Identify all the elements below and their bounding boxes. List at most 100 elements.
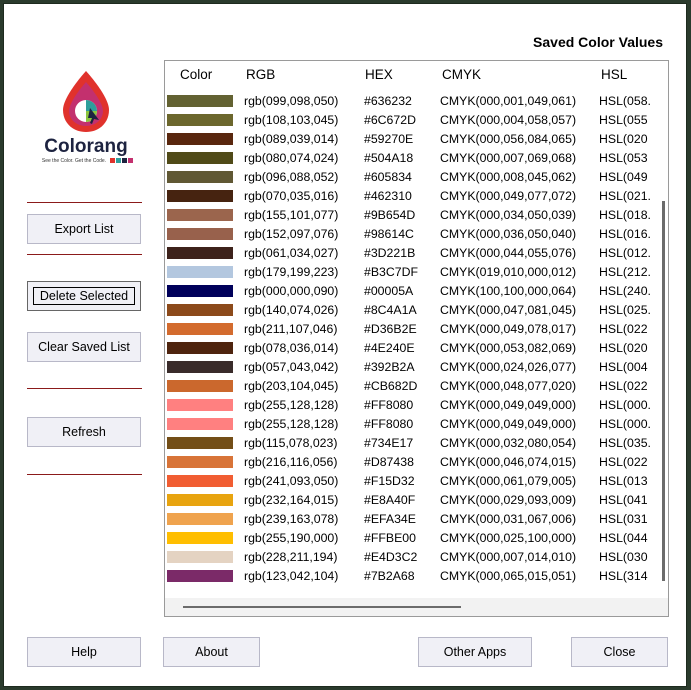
saved-colors-table[interactable]: Color RGB HEX CMYK HSL rgb(099,098,050) #…	[164, 60, 669, 617]
hex-cell: #FF8080	[364, 398, 414, 412]
table-body: rgb(099,098,050) #636232 CMYK(000,001,049,…	[165, 93, 655, 587]
hsl-cell: HSL(314	[599, 569, 648, 583]
rgb-cell: rgb(000,000,090)	[244, 284, 339, 298]
table-row[interactable]: rgb(108,103,045) #6C672D CMYK(000,004,058,…	[165, 112, 655, 131]
table-row[interactable]: rgb(241,093,050) #F15D32 CMYK(000,061,079,…	[165, 473, 655, 492]
table-row[interactable]: rgb(140,074,026) #8C4A1A CMYK(000,047,081,…	[165, 302, 655, 321]
horizontal-scrollbar-track	[165, 598, 668, 616]
cmyk-cell: CMYK(000,049,078,017)	[440, 322, 577, 336]
color-swatch	[167, 494, 233, 506]
help-button[interactable]: Help	[27, 637, 141, 667]
color-swatch	[167, 399, 233, 411]
column-header-rgb[interactable]: RGB	[246, 67, 275, 82]
table-row[interactable]: rgb(115,078,023) #734E17 CMYK(000,032,080,…	[165, 435, 655, 454]
hex-cell: #98614C	[364, 227, 414, 241]
hex-cell: #F15D32	[364, 474, 415, 488]
cmyk-cell: CMYK(000,001,049,061)	[440, 94, 577, 108]
cmyk-cell: CMYK(000,024,026,077)	[440, 360, 577, 374]
table-row[interactable]: rgb(179,199,223) #B3C7DF CMYK(019,010,000,…	[165, 264, 655, 283]
column-header-cmyk[interactable]: CMYK	[442, 67, 481, 82]
hsl-cell: HSL(022	[599, 322, 648, 336]
hsl-cell: HSL(022	[599, 379, 648, 393]
hex-cell: #9B654D	[364, 208, 416, 222]
table-row[interactable]: rgb(061,034,027) #3D221B CMYK(000,044,055,…	[165, 245, 655, 264]
delete-selected-button[interactable]: Delete Selected	[27, 281, 141, 311]
hex-cell: #B3C7DF	[364, 265, 418, 279]
rgb-cell: rgb(089,039,014)	[244, 132, 339, 146]
hex-cell: #D87438	[364, 455, 414, 469]
table-row[interactable]: rgb(211,107,046) #D36B2E CMYK(000,049,078,…	[165, 321, 655, 340]
table-row[interactable]: rgb(203,104,045) #CB682D CMYK(000,048,077,…	[165, 378, 655, 397]
divider	[27, 254, 142, 255]
window-title: Saved Color Values	[533, 34, 663, 50]
hsl-cell: HSL(004	[599, 360, 648, 374]
color-swatch	[167, 513, 233, 525]
column-header-hex[interactable]: HEX	[365, 67, 393, 82]
table-row[interactable]: rgb(255,128,128) #FF8080 CMYK(000,049,049,…	[165, 397, 655, 416]
cmyk-cell: CMYK(000,007,069,068)	[440, 151, 577, 165]
hex-cell: #FFBE00	[364, 531, 416, 545]
color-swatch	[167, 285, 233, 297]
hsl-cell: HSL(055	[599, 113, 648, 127]
table-row[interactable]: rgb(155,101,077) #9B654D CMYK(000,034,050,…	[165, 207, 655, 226]
rgb-cell: rgb(255,190,000)	[244, 531, 339, 545]
hex-cell: #636232	[364, 94, 412, 108]
color-swatch	[167, 570, 233, 582]
table-row[interactable]: rgb(232,164,015) #E8A40F CMYK(000,029,093,…	[165, 492, 655, 511]
table-row[interactable]: rgb(070,035,016) #462310 CMYK(000,049,077,…	[165, 188, 655, 207]
rgb-cell: rgb(108,103,045)	[244, 113, 339, 127]
rgb-cell: rgb(241,093,050)	[244, 474, 339, 488]
divider	[27, 474, 142, 475]
color-swatch	[167, 551, 233, 563]
rgb-cell: rgb(155,101,077)	[244, 208, 339, 222]
rgb-cell: rgb(061,034,027)	[244, 246, 339, 260]
hex-cell: #8C4A1A	[364, 303, 417, 317]
about-button[interactable]: About	[163, 637, 260, 667]
hex-cell: #FF8080	[364, 417, 414, 431]
vertical-scrollbar[interactable]	[662, 201, 665, 581]
table-row[interactable]: rgb(216,116,056) #D87438 CMYK(000,046,074,…	[165, 454, 655, 473]
hex-cell: #392B2A	[364, 360, 415, 374]
refresh-button[interactable]: Refresh	[27, 417, 141, 447]
table-row[interactable]: rgb(255,128,128) #FF8080 CMYK(000,049,049,…	[165, 416, 655, 435]
column-header-color[interactable]: Color	[180, 67, 212, 82]
brand-square	[128, 158, 133, 163]
export-list-button[interactable]: Export List	[27, 214, 141, 244]
color-swatch	[167, 437, 233, 449]
table-row[interactable]: rgb(152,097,076) #98614C CMYK(000,036,050,…	[165, 226, 655, 245]
hex-cell: #59270E	[364, 132, 414, 146]
hex-cell: #E4D3C2	[364, 550, 418, 564]
clear-saved-list-button[interactable]: Clear Saved List	[27, 332, 141, 362]
hsl-cell: HSL(031	[599, 512, 648, 526]
table-row[interactable]: rgb(096,088,052) #605834 CMYK(000,008,045,…	[165, 169, 655, 188]
table-row[interactable]: rgb(123,042,104) #7B2A68 CMYK(000,065,015,…	[165, 568, 655, 587]
table-row[interactable]: rgb(099,098,050) #636232 CMYK(000,001,049,…	[165, 93, 655, 112]
brand-name: Colorang	[44, 136, 128, 157]
table-row[interactable]: rgb(000,000,090) #00005A CMYK(100,100,000,…	[165, 283, 655, 302]
rgb-cell: rgb(228,211,194)	[244, 550, 338, 564]
rgb-cell: rgb(070,035,016)	[244, 189, 339, 203]
hex-cell: #D36B2E	[364, 322, 417, 336]
cmyk-cell: CMYK(000,048,077,020)	[440, 379, 577, 393]
table-row[interactable]: rgb(089,039,014) #59270E CMYK(000,056,084,…	[165, 131, 655, 150]
other-apps-button[interactable]: Other Apps	[418, 637, 532, 667]
table-row[interactable]: rgb(057,043,042) #392B2A CMYK(000,024,026,…	[165, 359, 655, 378]
hsl-cell: HSL(022	[599, 455, 648, 469]
divider	[27, 202, 142, 203]
hsl-cell: HSL(212.	[599, 265, 651, 279]
table-row[interactable]: rgb(255,190,000) #FFBE00 CMYK(000,025,100,…	[165, 530, 655, 549]
column-header-hsl[interactable]: HSL	[601, 67, 627, 82]
table-row[interactable]: rgb(080,074,024) #504A18 CMYK(000,007,069,…	[165, 150, 655, 169]
color-swatch	[167, 456, 233, 468]
color-swatch	[167, 190, 233, 202]
close-button[interactable]: Close	[571, 637, 668, 667]
table-row[interactable]: rgb(078,036,014) #4E240E CMYK(000,053,082,…	[165, 340, 655, 359]
table-row[interactable]: rgb(228,211,194) #E4D3C2 CMYK(000,007,014,…	[165, 549, 655, 568]
hsl-cell: HSL(020	[599, 341, 648, 355]
hsl-cell: HSL(012.	[599, 246, 651, 260]
horizontal-scrollbar[interactable]	[183, 606, 461, 608]
hsl-cell: HSL(000.	[599, 398, 651, 412]
saved-colors-window: Saved Color Values Colorang See the Colo…	[3, 3, 687, 687]
cmyk-cell: CMYK(000,036,050,040)	[440, 227, 577, 241]
table-row[interactable]: rgb(239,163,078) #EFA34E CMYK(000,031,067,…	[165, 511, 655, 530]
